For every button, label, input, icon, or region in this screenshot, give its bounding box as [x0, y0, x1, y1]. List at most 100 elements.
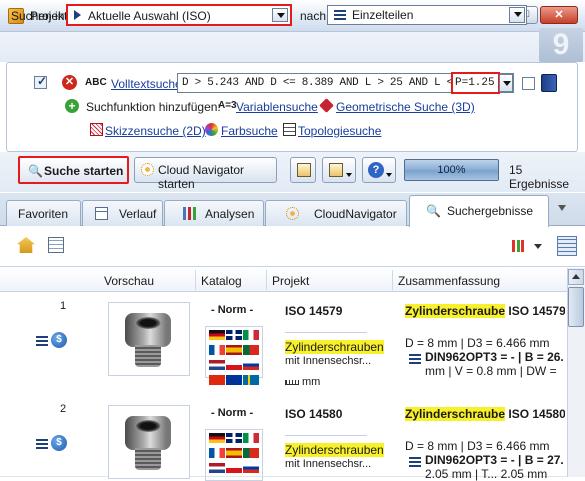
flag-gb-icon: [226, 330, 242, 340]
search-for-label: nach: [300, 9, 327, 23]
results-toolbar: [0, 227, 585, 267]
language-flags: [205, 326, 263, 385]
start-search-button[interactable]: 🔍 Suche starten: [18, 156, 129, 184]
table-row[interactable]: 2 $ - Norm - ISO 14580 Zylinderschrauben…: [0, 395, 567, 481]
copy-icon: [297, 163, 311, 177]
close-button[interactable]: ✕: [540, 6, 578, 24]
list-icon: [334, 10, 346, 20]
tab-overflow-icon[interactable]: [558, 205, 566, 211]
query-text: D > 5.243 AND D <= 8.389 AND L > 25 AND …: [182, 77, 491, 89]
flag-es-icon: [226, 448, 242, 458]
summary-highlight: Zylinderschraube: [405, 407, 506, 421]
target-dropdown-button[interactable]: [509, 7, 525, 23]
tab-cloud-navigator[interactable]: CloudNavigator: [265, 200, 407, 226]
flag-de-icon: [209, 330, 225, 340]
search-progress-bar: 100%: [404, 159, 499, 181]
export-button[interactable]: [322, 157, 356, 183]
part-preview-image[interactable]: [108, 302, 190, 376]
search-icon: 🔍: [28, 164, 43, 178]
screw-shaft: [135, 448, 161, 470]
bar-chart-icon: [183, 207, 196, 220]
option-checkbox[interactable]: [522, 77, 535, 90]
query-dropdown-button[interactable]: [499, 74, 513, 92]
search-icon: 🔍: [426, 204, 441, 218]
price-icon[interactable]: $: [51, 332, 67, 348]
table-export-icon[interactable]: [48, 237, 64, 253]
fulltext-checkbox[interactable]: ✓: [34, 74, 48, 89]
add-icon: +: [65, 99, 79, 113]
row-menu-icon[interactable]: [36, 336, 48, 346]
variable-search-link[interactable]: Variablensuche: [236, 100, 318, 114]
cloud-navigator-icon: [286, 207, 299, 220]
screw-shaft: [135, 345, 161, 367]
flag-es-icon: [226, 345, 242, 355]
copy-button[interactable]: [290, 157, 316, 183]
scope-dropdown-button[interactable]: [272, 8, 288, 22]
tab-label: CloudNavigator: [314, 207, 397, 221]
column-header-summary[interactable]: Zusammenfassung: [398, 274, 500, 288]
book-icon[interactable]: [541, 74, 557, 92]
column-header-preview[interactable]: Vorschau: [104, 274, 154, 288]
project-code: ISO 14579: [285, 304, 343, 318]
flag-ru-icon: [243, 360, 259, 370]
flag-pt-icon: [243, 448, 259, 458]
tab-search-results[interactable]: 🔍 Suchergebnisse: [409, 195, 549, 227]
color-search-link[interactable]: Farbsuche: [221, 124, 278, 138]
search-scope-select[interactable]: Aktuelle Auswahl (ISO): [66, 4, 292, 26]
sketch-search-icon: [90, 123, 103, 136]
topology-search-link[interactable]: Topologiesuche: [298, 124, 381, 138]
sketch-search-link[interactable]: Skizzensuche (2D): [105, 124, 206, 138]
summary-highlight: Zylinderschraube: [405, 304, 506, 318]
flag-ru-icon: [243, 463, 259, 473]
tab-label: Suchergebnisse: [447, 204, 534, 218]
search-target-select[interactable]: Einzelteilen: [327, 5, 527, 25]
column-header-catalog[interactable]: Katalog: [201, 274, 242, 288]
scroll-up-button[interactable]: [568, 269, 584, 285]
row-menu-icon[interactable]: [36, 439, 48, 449]
scroll-thumb[interactable]: [568, 287, 584, 327]
cloud-navigator-icon: [141, 163, 154, 176]
results-count: 15 Ergebnisse: [509, 163, 570, 191]
project-subtitle: mit Innensechsr...: [285, 458, 372, 470]
remove-criterion-icon[interactable]: ✕: [62, 75, 77, 90]
grid-view-icon[interactable]: [512, 240, 526, 252]
summary-title-rest: ISO 14580: [505, 407, 565, 421]
help-icon: ?: [368, 162, 384, 178]
table-row[interactable]: 1 $ - Norm - ISO 14579 Zylinderschrauben…: [0, 292, 567, 402]
summary-menu-icon[interactable]: [409, 354, 421, 364]
target-value: Einzelteilen: [352, 8, 414, 22]
chevron-down-icon[interactable]: [534, 244, 542, 249]
summary-title: Zylinderschraube ISO 14579: [405, 304, 565, 318]
column-header-project[interactable]: Projekt: [272, 274, 309, 288]
part-preview-image[interactable]: [108, 405, 190, 479]
geometric-search-link[interactable]: Geometrische Suche (3D): [336, 100, 475, 114]
check-icon: ✓: [37, 74, 48, 88]
language-flags: [205, 429, 263, 481]
summary-menu-icon[interactable]: [409, 457, 421, 467]
ruler-icon: [285, 380, 299, 385]
column-divider[interactable]: [266, 270, 267, 290]
summary-line: DIN962OPT3 = - | B = 26.: [425, 350, 564, 364]
scope-arrow-icon: [74, 10, 81, 20]
project-unit: mm: [285, 376, 320, 388]
start-search-label: Suche starten: [44, 164, 124, 178]
help-button[interactable]: ?: [362, 157, 396, 183]
tab-analyses[interactable]: Analysen: [164, 200, 264, 226]
list-view-icon[interactable]: [557, 236, 577, 256]
fulltext-search-link[interactable]: Volltextsuche: [111, 77, 182, 91]
tab-history[interactable]: Verlauf: [82, 200, 163, 226]
cloud-navigator-button[interactable]: Cloud Navigator starten: [134, 157, 277, 191]
flag-nl-icon: [209, 463, 225, 473]
tab-favorites[interactable]: Favoriten: [6, 200, 81, 226]
column-divider[interactable]: [195, 270, 196, 290]
summary-line: DIN962OPT3 = - | B = 27.: [425, 453, 564, 467]
column-divider[interactable]: [392, 270, 393, 290]
row-number: 1: [60, 300, 67, 312]
brand-logo: 9: [539, 28, 583, 62]
tab-label: Verlauf: [119, 207, 157, 221]
flag-it-icon: [243, 330, 259, 340]
price-icon[interactable]: $: [51, 435, 67, 451]
project-code: ISO 14580: [285, 407, 343, 421]
summary-line: D = 8 mm | D3 = 6.466 mm: [405, 336, 550, 350]
project-subtitle: mit Innensechsr...: [285, 355, 372, 367]
